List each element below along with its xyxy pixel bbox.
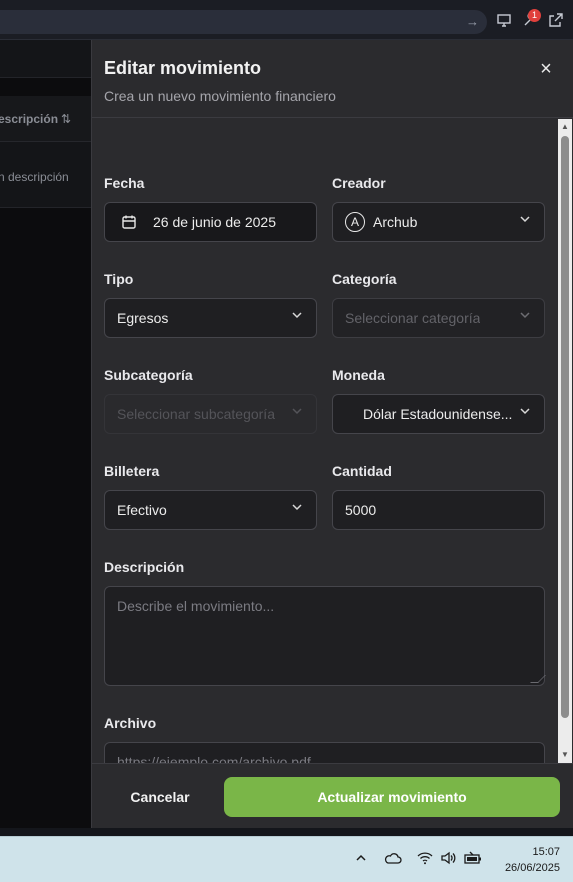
modal-header: Editar movimiento Crea un nuevo movimien… [92, 40, 573, 118]
type-value: Egresos [117, 310, 169, 326]
battery-icon[interactable] [464, 851, 482, 869]
cancel-button[interactable]: Cancelar [104, 777, 216, 817]
wifi-icon[interactable] [416, 851, 434, 869]
modal-scrollbar[interactable]: ▲ ▼ [558, 119, 572, 763]
scroll-thumb[interactable] [561, 136, 569, 718]
cantidad-label: Cantidad [332, 463, 392, 479]
amount-value: 5000 [345, 502, 377, 518]
row-description: n descripción [0, 170, 69, 184]
category-placeholder: Seleccionar categoría [345, 310, 481, 326]
chevron-down-icon [290, 404, 304, 418]
description-placeholder: Describe el movimiento... [117, 598, 275, 614]
sort-icon[interactable]: ⇅ [61, 112, 71, 126]
wallet-select[interactable]: Efectivo [104, 490, 317, 530]
creator-value: Archub [373, 214, 418, 230]
category-select[interactable]: Seleccionar categoría [332, 298, 545, 338]
descripcion-label: Descripción [104, 559, 185, 575]
clock-date[interactable]: 26/06/2025 [505, 862, 560, 874]
cast-icon[interactable] [494, 12, 514, 32]
column-header-descripcion[interactable]: escripción [0, 112, 58, 126]
modal-subtitle: Crea un nuevo movimiento financiero [104, 88, 336, 104]
amount-input[interactable]: 5000 [332, 490, 545, 530]
calendar-icon [121, 214, 137, 230]
chevron-down-icon [518, 404, 532, 418]
type-select[interactable]: Egresos [104, 298, 317, 338]
onedrive-cloud-icon[interactable] [384, 851, 402, 869]
volume-icon[interactable] [440, 851, 458, 869]
address-bar[interactable]: → [0, 10, 487, 34]
resize-handle[interactable] [530, 675, 546, 683]
tipo-label: Tipo [104, 271, 134, 287]
chevron-down-icon [518, 308, 532, 322]
close-icon[interactable]: × [536, 59, 556, 80]
categoria-label: Categoría [332, 271, 397, 287]
open-external-icon[interactable] [546, 12, 566, 32]
scroll-down-icon[interactable]: ▼ [560, 750, 570, 760]
chevron-down-icon [290, 500, 304, 514]
wallet-value: Efectivo [117, 502, 167, 518]
clock-time[interactable]: 15:07 [532, 846, 560, 858]
file-url-placeholder: https://ejemplo.com/archivo.pdf [117, 754, 311, 763]
modal-footer: Cancelar Actualizar movimiento [92, 763, 573, 828]
date-picker-button[interactable]: 26 de junio de 2025 [104, 202, 317, 242]
update-movement-button[interactable]: Actualizar movimiento [224, 777, 560, 817]
browser-toolbar: → 1 [0, 0, 573, 40]
currency-select[interactable]: Dólar Estadounidense... [332, 394, 545, 434]
subcategory-select[interactable]: Seleccionar subcategoría [104, 394, 317, 434]
notification-badge: 1 [528, 9, 541, 22]
creador-label: Creador [332, 175, 386, 191]
chevron-up-icon[interactable] [352, 851, 370, 869]
description-textarea[interactable]: Describe el movimiento... [104, 586, 546, 686]
creator-select[interactable]: A Archub [332, 202, 545, 242]
background-table-header: escripción ⇅ [0, 96, 91, 142]
chevron-down-icon [290, 308, 304, 322]
fecha-label: Fecha [104, 175, 145, 191]
window-bottom-edge [0, 828, 573, 836]
taskbar: 15:07 26/06/2025 [0, 836, 573, 882]
modal-title: Editar movimiento [104, 58, 262, 78]
creator-avatar: A [345, 212, 365, 232]
billetera-label: Billetera [104, 463, 160, 479]
scroll-up-icon[interactable]: ▲ [560, 122, 570, 132]
file-url-input[interactable]: https://ejemplo.com/archivo.pdf [104, 742, 545, 763]
moneda-label: Moneda [332, 367, 385, 383]
table-row[interactable]: n descripción [0, 142, 91, 208]
edit-movement-modal: Editar movimiento Crea un nuevo movimien… [91, 40, 573, 828]
archivo-label: Archivo [104, 715, 157, 731]
subcategoria-label: Subcategoría [104, 367, 193, 383]
subcategory-placeholder: Seleccionar subcategoría [117, 406, 275, 422]
background-header [0, 40, 91, 78]
background-app: escripción ⇅ n descripción [0, 40, 91, 828]
modal-body: Fecha 26 de junio de 2025 Creador A Arch… [92, 119, 573, 763]
chevron-down-icon [518, 212, 532, 226]
go-arrow-icon[interactable]: → [466, 14, 479, 29]
currency-value: Dólar Estadounidense... [363, 406, 513, 422]
date-value: 26 de junio de 2025 [153, 214, 276, 230]
